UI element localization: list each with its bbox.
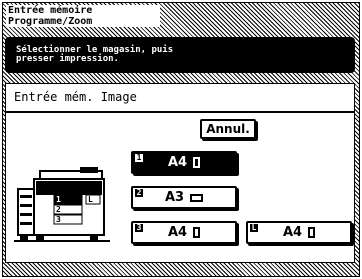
- portrait-paper-icon: [308, 227, 316, 238]
- paper-size: A4: [167, 155, 188, 170]
- title-line-1: Entrée mémoire: [8, 5, 93, 16]
- tray-l-button[interactable]: L A4: [246, 221, 352, 244]
- paper-size: A4: [167, 225, 188, 240]
- screen-title: Entrée mémoire Programme/Zoom: [6, 5, 160, 27]
- drawer-label-1: 1: [56, 195, 61, 204]
- tray-3-button[interactable]: 3 A4: [131, 221, 237, 244]
- tray-2-button[interactable]: 2 A3: [131, 186, 237, 209]
- landscape-paper-icon: [190, 193, 204, 202]
- instruction-text: Sélectionner le magasin, puis presser im…: [16, 45, 174, 64]
- title-line-2: Programme/Zoom: [8, 16, 93, 27]
- tray-number: L: [250, 223, 258, 232]
- tray-number: 3: [135, 223, 143, 232]
- cancel-button[interactable]: Annul.: [200, 119, 256, 139]
- instruction-message: Sélectionner le magasin, puis presser im…: [5, 37, 355, 73]
- tray-number: 1: [135, 153, 143, 162]
- memory-input-panel: Entrée mém. Image 1 2 3 L 1 A4 2 A3 3 A4…: [5, 83, 355, 263]
- portrait-paper-icon: [193, 227, 201, 238]
- paper-size: A4: [282, 225, 303, 240]
- tray-1-button[interactable]: 1 A4: [131, 151, 237, 174]
- drawer-label-l: L: [88, 195, 93, 204]
- portrait-paper-icon: [193, 157, 201, 168]
- drawer-label-3: 3: [56, 215, 61, 224]
- copier-illustration: [14, 167, 110, 242]
- panel-header: Entrée mém. Image: [6, 84, 354, 113]
- paper-size: A3: [164, 190, 185, 205]
- tray-number: 2: [135, 188, 143, 197]
- drawer-label-2: 2: [56, 205, 61, 214]
- panel-title: Entrée mém. Image: [14, 90, 137, 104]
